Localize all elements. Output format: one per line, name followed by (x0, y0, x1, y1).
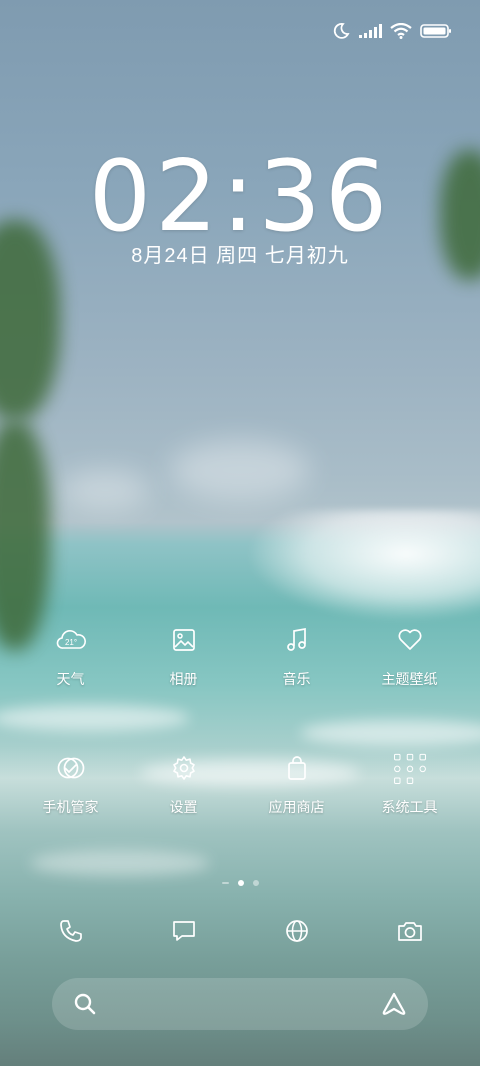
app-security[interactable]: 手机管家 (14, 748, 127, 876)
message-icon (172, 921, 195, 941)
leaves (0, 420, 50, 650)
gear-icon (164, 748, 204, 788)
phone-icon (59, 920, 82, 942)
app-store[interactable]: 应用商店 (240, 748, 353, 876)
app-label: 手机管家 (42, 799, 99, 815)
app-themes[interactable]: 主题壁纸 (353, 620, 466, 748)
lock-date: 8月24日 周四 七月初九 (131, 245, 349, 267)
browser-icon (285, 920, 308, 942)
music-icon (277, 620, 317, 660)
app-label: 主题壁纸 (381, 671, 438, 687)
app-grid: 21° 天气 相册 音乐 主题壁纸 手机管家 设置 应用商店 系统工具 (14, 620, 466, 876)
cloud (170, 440, 310, 500)
dock-camera[interactable] (353, 908, 466, 954)
dock-phone[interactable] (14, 908, 127, 954)
app-label: 应用商店 (268, 799, 325, 815)
dock-browser[interactable] (240, 908, 353, 954)
wave-crest (250, 510, 480, 620)
signal-icon (359, 24, 382, 38)
app-label: 设置 (169, 799, 198, 815)
app-settings[interactable]: 设置 (127, 748, 240, 876)
lock-clock: 02:36 (88, 140, 392, 254)
search-bar[interactable] (52, 978, 428, 1030)
app-gallery[interactable]: 相册 (127, 620, 240, 748)
search-icon[interactable] (72, 991, 98, 1017)
dock-messages[interactable] (127, 908, 240, 954)
page-indicator[interactable] (0, 880, 480, 886)
folder-icon (390, 748, 430, 788)
app-system-tools[interactable]: 系统工具 (353, 748, 466, 876)
camera-icon (397, 922, 422, 941)
app-label: 相册 (169, 671, 198, 687)
app-label: 系统工具 (381, 799, 438, 815)
cloud (60, 470, 150, 510)
app-label: 天气 (56, 671, 85, 687)
heart-icon (390, 620, 430, 660)
app-label: 音乐 (282, 671, 311, 687)
page-dot (252, 880, 259, 886)
app-music[interactable]: 音乐 (240, 620, 353, 748)
page-dot (221, 882, 229, 884)
dock (14, 908, 466, 954)
battery-icon (420, 24, 451, 38)
weather-temp: 21° (64, 638, 76, 647)
moon-icon (333, 23, 350, 39)
wifi-icon (390, 23, 412, 39)
status-bar (332, 18, 452, 44)
security-icon (51, 748, 91, 788)
weather-icon: 21° (51, 620, 91, 660)
page-dot-active (237, 880, 244, 886)
app-weather[interactable]: 21° 天气 (14, 620, 127, 748)
gallery-icon (164, 620, 204, 660)
shopping-bag-icon (277, 748, 317, 788)
assistant-icon[interactable] (380, 991, 408, 1017)
